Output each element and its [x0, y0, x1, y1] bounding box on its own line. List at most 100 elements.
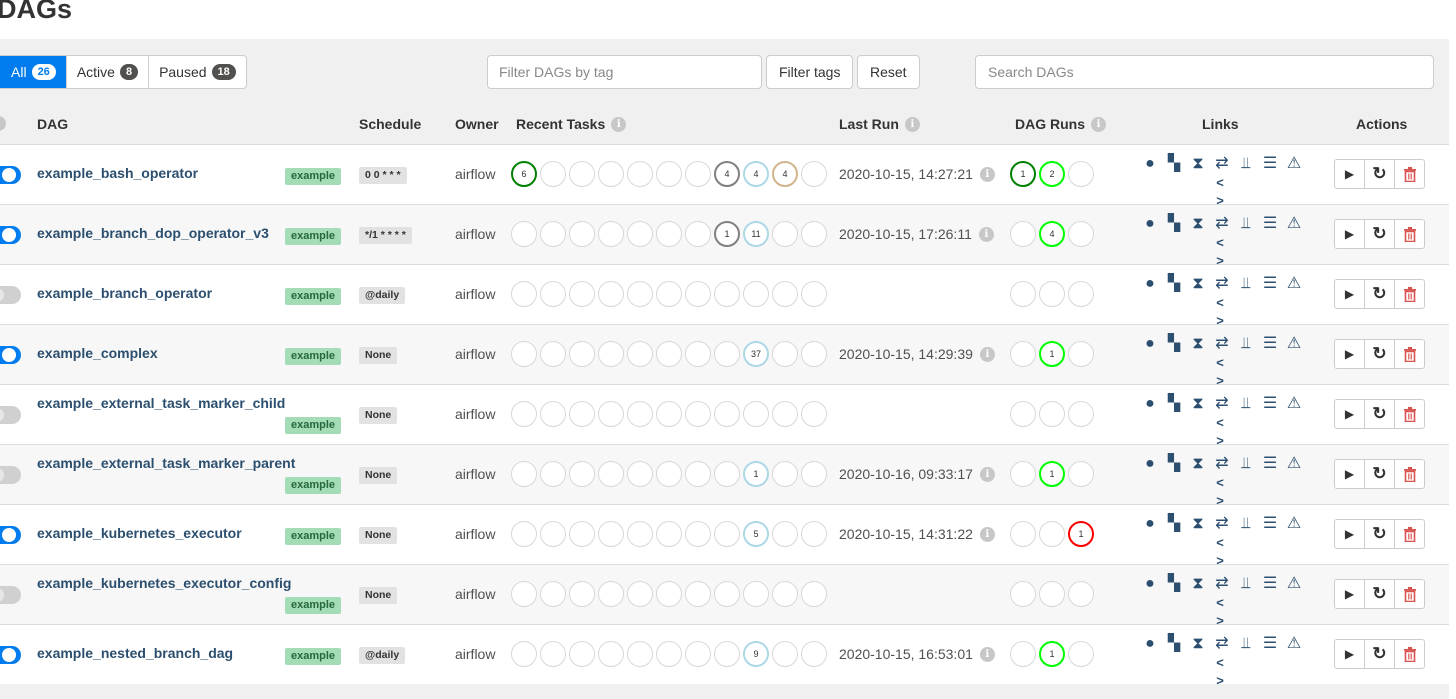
dag-run-state-circle[interactable]	[1068, 401, 1094, 427]
graph-view-icon[interactable]: ▚	[1165, 334, 1183, 354]
graph-view-icon[interactable]: ▚	[1165, 634, 1183, 654]
task-state-circle[interactable]	[656, 281, 682, 307]
task-state-circle[interactable]: 37	[743, 341, 769, 367]
dag-tag-badge[interactable]: example	[285, 348, 342, 365]
trigger-dag-button[interactable]: ▶	[1334, 159, 1365, 189]
landing-times-icon[interactable]: ⫫	[1237, 274, 1255, 294]
task-state-circle[interactable]: 4	[743, 161, 769, 187]
dag-pause-toggle[interactable]	[0, 406, 21, 424]
retries-icon[interactable]: ⇄	[1213, 634, 1231, 654]
info-icon[interactable]: i	[979, 166, 995, 182]
dag-pause-toggle[interactable]	[0, 586, 21, 604]
task-state-circle[interactable]	[656, 521, 682, 547]
task-state-circle[interactable]	[598, 221, 624, 247]
task-state-circle[interactable]: 5	[743, 521, 769, 547]
task-state-circle[interactable]	[569, 401, 595, 427]
duration-icon[interactable]: ⧗	[1189, 334, 1207, 354]
dag-column-header[interactable]: DAG	[37, 116, 68, 132]
details-icon[interactable]: ⚠	[1285, 514, 1303, 534]
trigger-dag-button[interactable]: ▶	[1334, 579, 1365, 609]
task-state-circle[interactable]	[685, 221, 711, 247]
task-state-circle[interactable]	[598, 401, 624, 427]
task-state-circle[interactable]	[743, 401, 769, 427]
duration-icon[interactable]: ⧗	[1189, 154, 1207, 174]
retries-icon[interactable]: ⇄	[1213, 454, 1231, 474]
dag-name-link[interactable]: example_kubernetes_executor	[37, 525, 242, 541]
dag-name-link[interactable]: example_complex	[37, 345, 158, 361]
dag-tag-badge[interactable]: example	[285, 417, 342, 434]
delete-dag-button[interactable]	[1394, 639, 1425, 669]
task-state-circle[interactable]	[511, 221, 537, 247]
landing-times-icon[interactable]: ⫫	[1237, 454, 1255, 474]
last-run-time[interactable]: 2020-10-15, 14:29:39	[839, 346, 973, 362]
task-state-circle[interactable]	[540, 461, 566, 487]
task-state-circle[interactable]	[569, 641, 595, 667]
task-state-circle[interactable]	[569, 161, 595, 187]
graph-view-icon[interactable]: ▚	[1165, 274, 1183, 294]
task-state-circle[interactable]	[801, 281, 827, 307]
task-state-circle[interactable]	[656, 161, 682, 187]
task-state-circle[interactable]	[598, 341, 624, 367]
task-state-circle[interactable]	[772, 341, 798, 367]
refresh-dag-button[interactable]: ↻	[1364, 639, 1395, 669]
task-state-circle[interactable]: 6	[511, 161, 537, 187]
last-run-time[interactable]: 2020-10-15, 16:53:01	[839, 646, 973, 662]
task-state-circle[interactable]	[656, 581, 682, 607]
task-state-circle[interactable]	[743, 581, 769, 607]
info-icon[interactable]: i	[0, 116, 6, 131]
delete-dag-button[interactable]	[1394, 519, 1425, 549]
task-state-circle[interactable]	[569, 281, 595, 307]
task-state-circle[interactable]	[714, 641, 740, 667]
refresh-dag-button[interactable]: ↻	[1364, 579, 1395, 609]
delete-dag-button[interactable]	[1394, 279, 1425, 309]
info-icon[interactable]: i	[979, 346, 995, 362]
retries-icon[interactable]: ⇄	[1213, 514, 1231, 534]
refresh-dag-button[interactable]: ↻	[1364, 339, 1395, 369]
task-state-circle[interactable]	[801, 221, 827, 247]
task-state-circle[interactable]	[801, 581, 827, 607]
search-dags-input[interactable]	[975, 55, 1434, 89]
task-state-circle[interactable]	[801, 401, 827, 427]
duration-icon[interactable]: ⧗	[1189, 274, 1207, 294]
delete-dag-button[interactable]	[1394, 219, 1425, 249]
gantt-icon[interactable]: ☰	[1261, 514, 1279, 534]
graph-view-icon[interactable]: ▚	[1165, 154, 1183, 174]
dag-run-state-circle[interactable]	[1068, 641, 1094, 667]
dag-run-state-circle[interactable]	[1068, 461, 1094, 487]
dag-pause-toggle[interactable]	[0, 346, 21, 364]
task-state-circle[interactable]: 1	[714, 221, 740, 247]
task-state-circle[interactable]	[685, 521, 711, 547]
status-filter-paused-button[interactable]: Paused 18	[149, 56, 246, 88]
task-state-circle[interactable]	[772, 401, 798, 427]
dag-run-state-circle[interactable]: 4	[1039, 221, 1065, 247]
dag-name-link[interactable]: example_nested_branch_dag	[37, 645, 233, 661]
trigger-dag-button[interactable]: ▶	[1334, 339, 1365, 369]
task-state-circle[interactable]	[714, 521, 740, 547]
gantt-icon[interactable]: ☰	[1261, 574, 1279, 594]
info-icon[interactable]: i	[978, 226, 994, 242]
task-state-circle[interactable]	[569, 461, 595, 487]
task-state-circle[interactable]	[714, 401, 740, 427]
tree-view-icon[interactable]: ●	[1141, 514, 1159, 534]
task-state-circle[interactable]	[598, 281, 624, 307]
dag-run-state-circle[interactable]	[1068, 221, 1094, 247]
landing-times-icon[interactable]: ⫫	[1237, 394, 1255, 414]
info-icon[interactable]: i	[979, 646, 995, 662]
details-icon[interactable]: ⚠	[1285, 634, 1303, 654]
refresh-dag-button[interactable]: ↻	[1364, 399, 1395, 429]
details-icon[interactable]: ⚠	[1285, 274, 1303, 294]
trigger-dag-button[interactable]: ▶	[1334, 639, 1365, 669]
delete-dag-button[interactable]	[1394, 159, 1425, 189]
details-icon[interactable]: ⚠	[1285, 574, 1303, 594]
tree-view-icon[interactable]: ●	[1141, 574, 1159, 594]
tree-view-icon[interactable]: ●	[1141, 334, 1159, 354]
task-state-circle[interactable]	[627, 641, 653, 667]
task-state-circle[interactable]	[656, 221, 682, 247]
duration-icon[interactable]: ⧗	[1189, 394, 1207, 414]
task-state-circle[interactable]	[511, 401, 537, 427]
tree-view-icon[interactable]: ●	[1141, 394, 1159, 414]
graph-view-icon[interactable]: ▚	[1165, 454, 1183, 474]
task-state-circle[interactable]	[627, 521, 653, 547]
dag-run-state-circle[interactable]	[1010, 281, 1036, 307]
task-state-circle[interactable]	[511, 641, 537, 667]
